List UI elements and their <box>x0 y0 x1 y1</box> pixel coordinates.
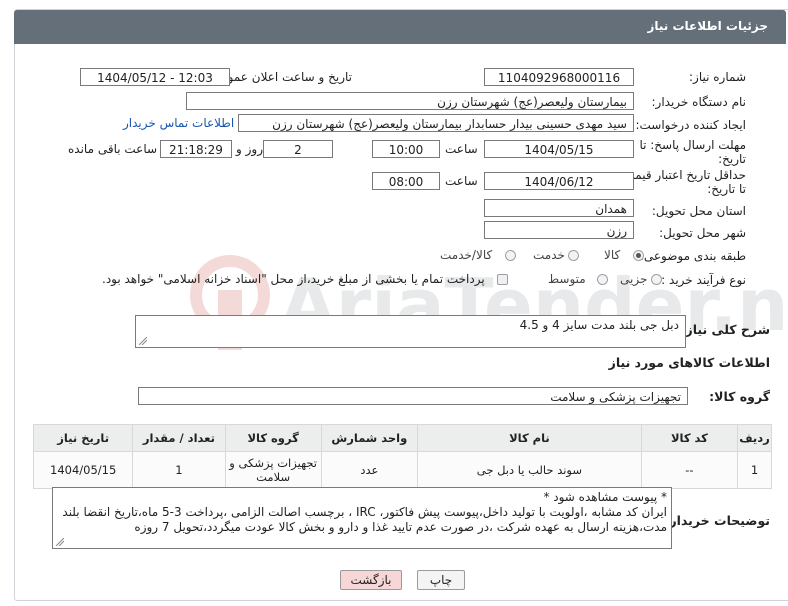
buyer-notes-line: * پیوست مشاهده شود * <box>543 490 667 504</box>
col-date: تاریخ نیاز <box>32 424 134 452</box>
print-button[interactable]: چاپ <box>417 570 465 590</box>
col-unit: واحد شمارش <box>320 424 418 452</box>
buyer-org-label: نام دستگاه خریدار: <box>651 95 747 109</box>
cell-code: -- <box>640 451 739 489</box>
province-label: استان محل تحویل: <box>651 204 746 218</box>
days-field: 2 <box>263 140 333 158</box>
validity-label: حداقل تاریخ اعتبار قیمت: <box>619 168 746 182</box>
buyer-notes-textarea: * پیوست مشاهده شود * ایران کد مشابه ،اول… <box>52 487 672 549</box>
validity-date-field: 1404/06/12 <box>484 172 634 190</box>
panel-title: جزئیات اطلاعات نیاز <box>647 19 768 33</box>
category-label: طبقه بندی موضوعی: <box>639 249 746 263</box>
col-name: نام کالا <box>416 424 642 452</box>
category-radio-service[interactable] <box>568 250 579 261</box>
goods-table: ردیف کد کالا نام کالا واحد شمارش گروه کا… <box>32 424 772 489</box>
deadline-label-2: تاریخ: <box>718 152 746 166</box>
cell-row: 1 <box>737 451 772 489</box>
col-group: گروه کالا <box>224 424 322 452</box>
buyer-notes-label: توضیحات خریدار: <box>664 513 770 528</box>
validity-time-label: ساعت <box>445 174 478 188</box>
cell-unit: عدد <box>320 451 418 489</box>
process-radio-minor[interactable] <box>651 274 662 285</box>
cell-group: تجهیزات پزشکی و سلامت <box>224 451 322 489</box>
cell-qty: 1 <box>132 451 226 489</box>
requester-field: سید مهدی حسینی بیدار حسابدار بیمارستان و… <box>238 114 634 132</box>
deadline-time-field: 10:00 <box>372 140 440 158</box>
city-field: رزن <box>484 221 634 239</box>
goods-section-title: اطلاعات کالاهای مورد نیاز <box>608 355 770 370</box>
back-button[interactable]: بازگشت <box>340 570 402 590</box>
buyer-notes-line: مدت،هزینه ارسال به عهده شرکت ،در صورت عد… <box>134 520 667 534</box>
col-row: ردیف <box>737 424 772 452</box>
province-field: همدان <box>484 199 634 217</box>
buyer-contact-link[interactable]: اطلاعات تماس خریدار <box>123 116 234 130</box>
resize-grip-icon <box>139 337 147 345</box>
col-qty: تعداد / مقدار <box>132 424 226 452</box>
validity-label-2: تا تاریخ: <box>707 182 746 196</box>
process-option-medium: متوسط <box>548 272 586 286</box>
cell-name: سوند حالب یا دبل جی <box>416 451 642 489</box>
description-textarea: دبل جی بلند مدت سایز 4 و 4.5 <box>135 315 686 348</box>
days-label: روز و <box>236 142 263 156</box>
category-option-goods-service: کالا/خدمت <box>440 248 493 262</box>
buyer-org-field: بیمارستان ولیعصر(عج) شهرستان رزن <box>186 92 634 110</box>
requester-label: ایجاد کننده درخواست: <box>635 118 746 132</box>
description-label: شرح کلی نیاز: <box>680 322 770 337</box>
validity-time-field: 08:00 <box>372 172 440 190</box>
col-code: کد کالا <box>640 424 739 452</box>
process-radio-medium[interactable] <box>597 274 608 285</box>
cell-date: 1404/05/15 <box>32 451 134 489</box>
process-label: نوع فرآیند خرید : <box>661 273 746 287</box>
deadline-time-label: ساعت <box>445 142 478 156</box>
resize-grip-icon <box>56 538 64 546</box>
panel-header: جزئیات اطلاعات نیاز <box>14 10 786 44</box>
treasury-payment-checkbox[interactable] <box>497 274 508 285</box>
table-row: 1 -- سوند حالب یا دبل جی عدد تجهیزات پزش… <box>32 451 772 489</box>
buyer-notes-line: ایران کد مشابه ،اولویت با تولید داخل،پیو… <box>62 505 667 519</box>
category-option-goods: کالا <box>604 248 621 262</box>
deadline-date-field: 1404/05/15 <box>484 140 634 158</box>
category-option-service: خدمت <box>533 248 565 262</box>
need-number-label: شماره نیاز: <box>689 70 746 84</box>
treasury-payment-note: پرداخت تمام یا بخشی از مبلغ خرید،از محل … <box>102 272 485 286</box>
goods-group-field: تجهیزات پزشکی و سلامت <box>138 387 688 405</box>
remaining-time-field: 21:18:29 <box>160 140 232 158</box>
goods-group-label: گروه کالا: <box>709 389 770 404</box>
deadline-label: مهلت ارسال پاسخ: تا <box>639 138 746 152</box>
need-number-field: 1104092968000116 <box>484 68 634 86</box>
city-label: شهر محل تحویل: <box>659 226 746 240</box>
category-radio-goods[interactable] <box>633 250 644 261</box>
remaining-label: ساعت باقی مانده <box>68 142 158 156</box>
process-option-minor: جزیی <box>620 272 648 286</box>
announce-datetime-field: 1404/05/12 - 12:03 <box>80 68 230 86</box>
goods-table-header: ردیف کد کالا نام کالا واحد شمارش گروه کا… <box>32 424 772 452</box>
category-radio-goods-service[interactable] <box>505 250 516 261</box>
description-text: دبل جی بلند مدت سایز 4 و 4.5 <box>519 318 679 332</box>
